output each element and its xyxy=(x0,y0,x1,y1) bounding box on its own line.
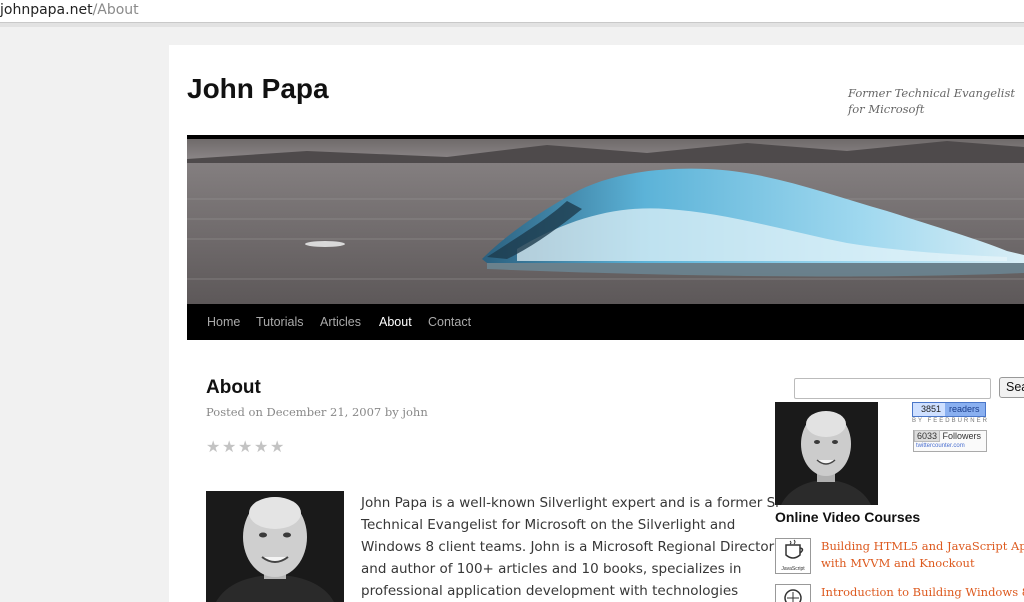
author-photo xyxy=(206,491,344,602)
course-icon-caption: JavaScript xyxy=(781,566,805,572)
entry-content: John Papa is a well-known Silverlight ex… xyxy=(361,492,781,602)
nav-about[interactable]: About xyxy=(379,304,412,340)
url-path: /About xyxy=(92,2,139,18)
paragraph-line: professional application development wit… xyxy=(361,583,739,599)
site-title[interactable]: John Papa xyxy=(187,73,329,105)
feedburner-label: readers xyxy=(949,404,980,414)
entry-date-link[interactable]: December 21, 2007 xyxy=(267,405,382,419)
browser-divider xyxy=(0,23,1024,27)
sidebar-profile-photo[interactable] xyxy=(775,402,878,505)
entry-meta: Posted on December 21, 2007 by john xyxy=(206,405,428,419)
star-icon[interactable]: ★ xyxy=(206,440,221,456)
twitter-counter-badge[interactable]: 6033 Followers twittercounter.com xyxy=(913,430,987,452)
feedburner-footer: BY FEEDBURNER xyxy=(912,418,989,424)
search-button[interactable]: Search xyxy=(999,377,1024,398)
by-label: by xyxy=(384,405,399,419)
feedburner-count: 3851 xyxy=(913,403,945,416)
paragraph-line: Windows 8 client teams. John is a Micros… xyxy=(361,539,775,555)
twitter-label: Followers xyxy=(942,431,982,441)
javascript-course-icon[interactable]: JavaScript xyxy=(775,538,811,574)
windows-course-icon[interactable] xyxy=(775,584,811,602)
feedburner-badge[interactable]: 3851 readers BY FEEDBURNER xyxy=(912,402,989,424)
posted-on-label: Posted on xyxy=(206,405,263,419)
page-container: John Papa Former Technical Evangelist fo… xyxy=(169,45,1024,602)
entry-title: About xyxy=(206,377,261,398)
paragraph-line: and author of 100+ articles and 10 books… xyxy=(361,561,742,577)
main-navigation: Home Tutorials Articles About Contact xyxy=(187,304,1024,340)
twitter-count: 6033 xyxy=(914,430,941,442)
star-icon[interactable]: ★ xyxy=(238,440,253,456)
header-image-iceberg xyxy=(187,135,1024,308)
nav-tutorials[interactable]: Tutorials xyxy=(256,304,303,340)
site-tagline: Former Technical Evangelist for Microsof… xyxy=(848,86,1015,116)
twitter-footer: twittercounter.com xyxy=(916,443,965,449)
course-link[interactable]: Building HTML5 and JavaScript Apps with … xyxy=(821,538,1024,572)
paragraph-line: Technical Evangelist for Microsoft on th… xyxy=(361,517,736,533)
star-icon[interactable]: ★ xyxy=(254,440,269,456)
nav-contact[interactable]: Contact xyxy=(428,304,471,340)
star-icon[interactable]: ★ xyxy=(222,440,237,456)
rating-stars: ★ ★ ★ ★ ★ xyxy=(206,439,286,456)
address-bar[interactable]: johnpapa.net/About xyxy=(0,0,1024,23)
nav-home[interactable]: Home xyxy=(207,304,240,340)
paragraph-line: John Papa is a well-known Silverlight ex… xyxy=(361,495,781,511)
url-host: johnpapa.net xyxy=(0,2,93,18)
star-icon[interactable]: ★ xyxy=(270,440,285,456)
nav-articles[interactable]: Articles xyxy=(320,304,361,340)
search-input[interactable] xyxy=(794,378,991,399)
author-link[interactable]: john xyxy=(402,405,427,419)
courses-widget-title: Online Video Courses xyxy=(775,509,921,525)
course-link[interactable]: Introduction to Building Windows 8 Metro… xyxy=(821,584,1024,602)
